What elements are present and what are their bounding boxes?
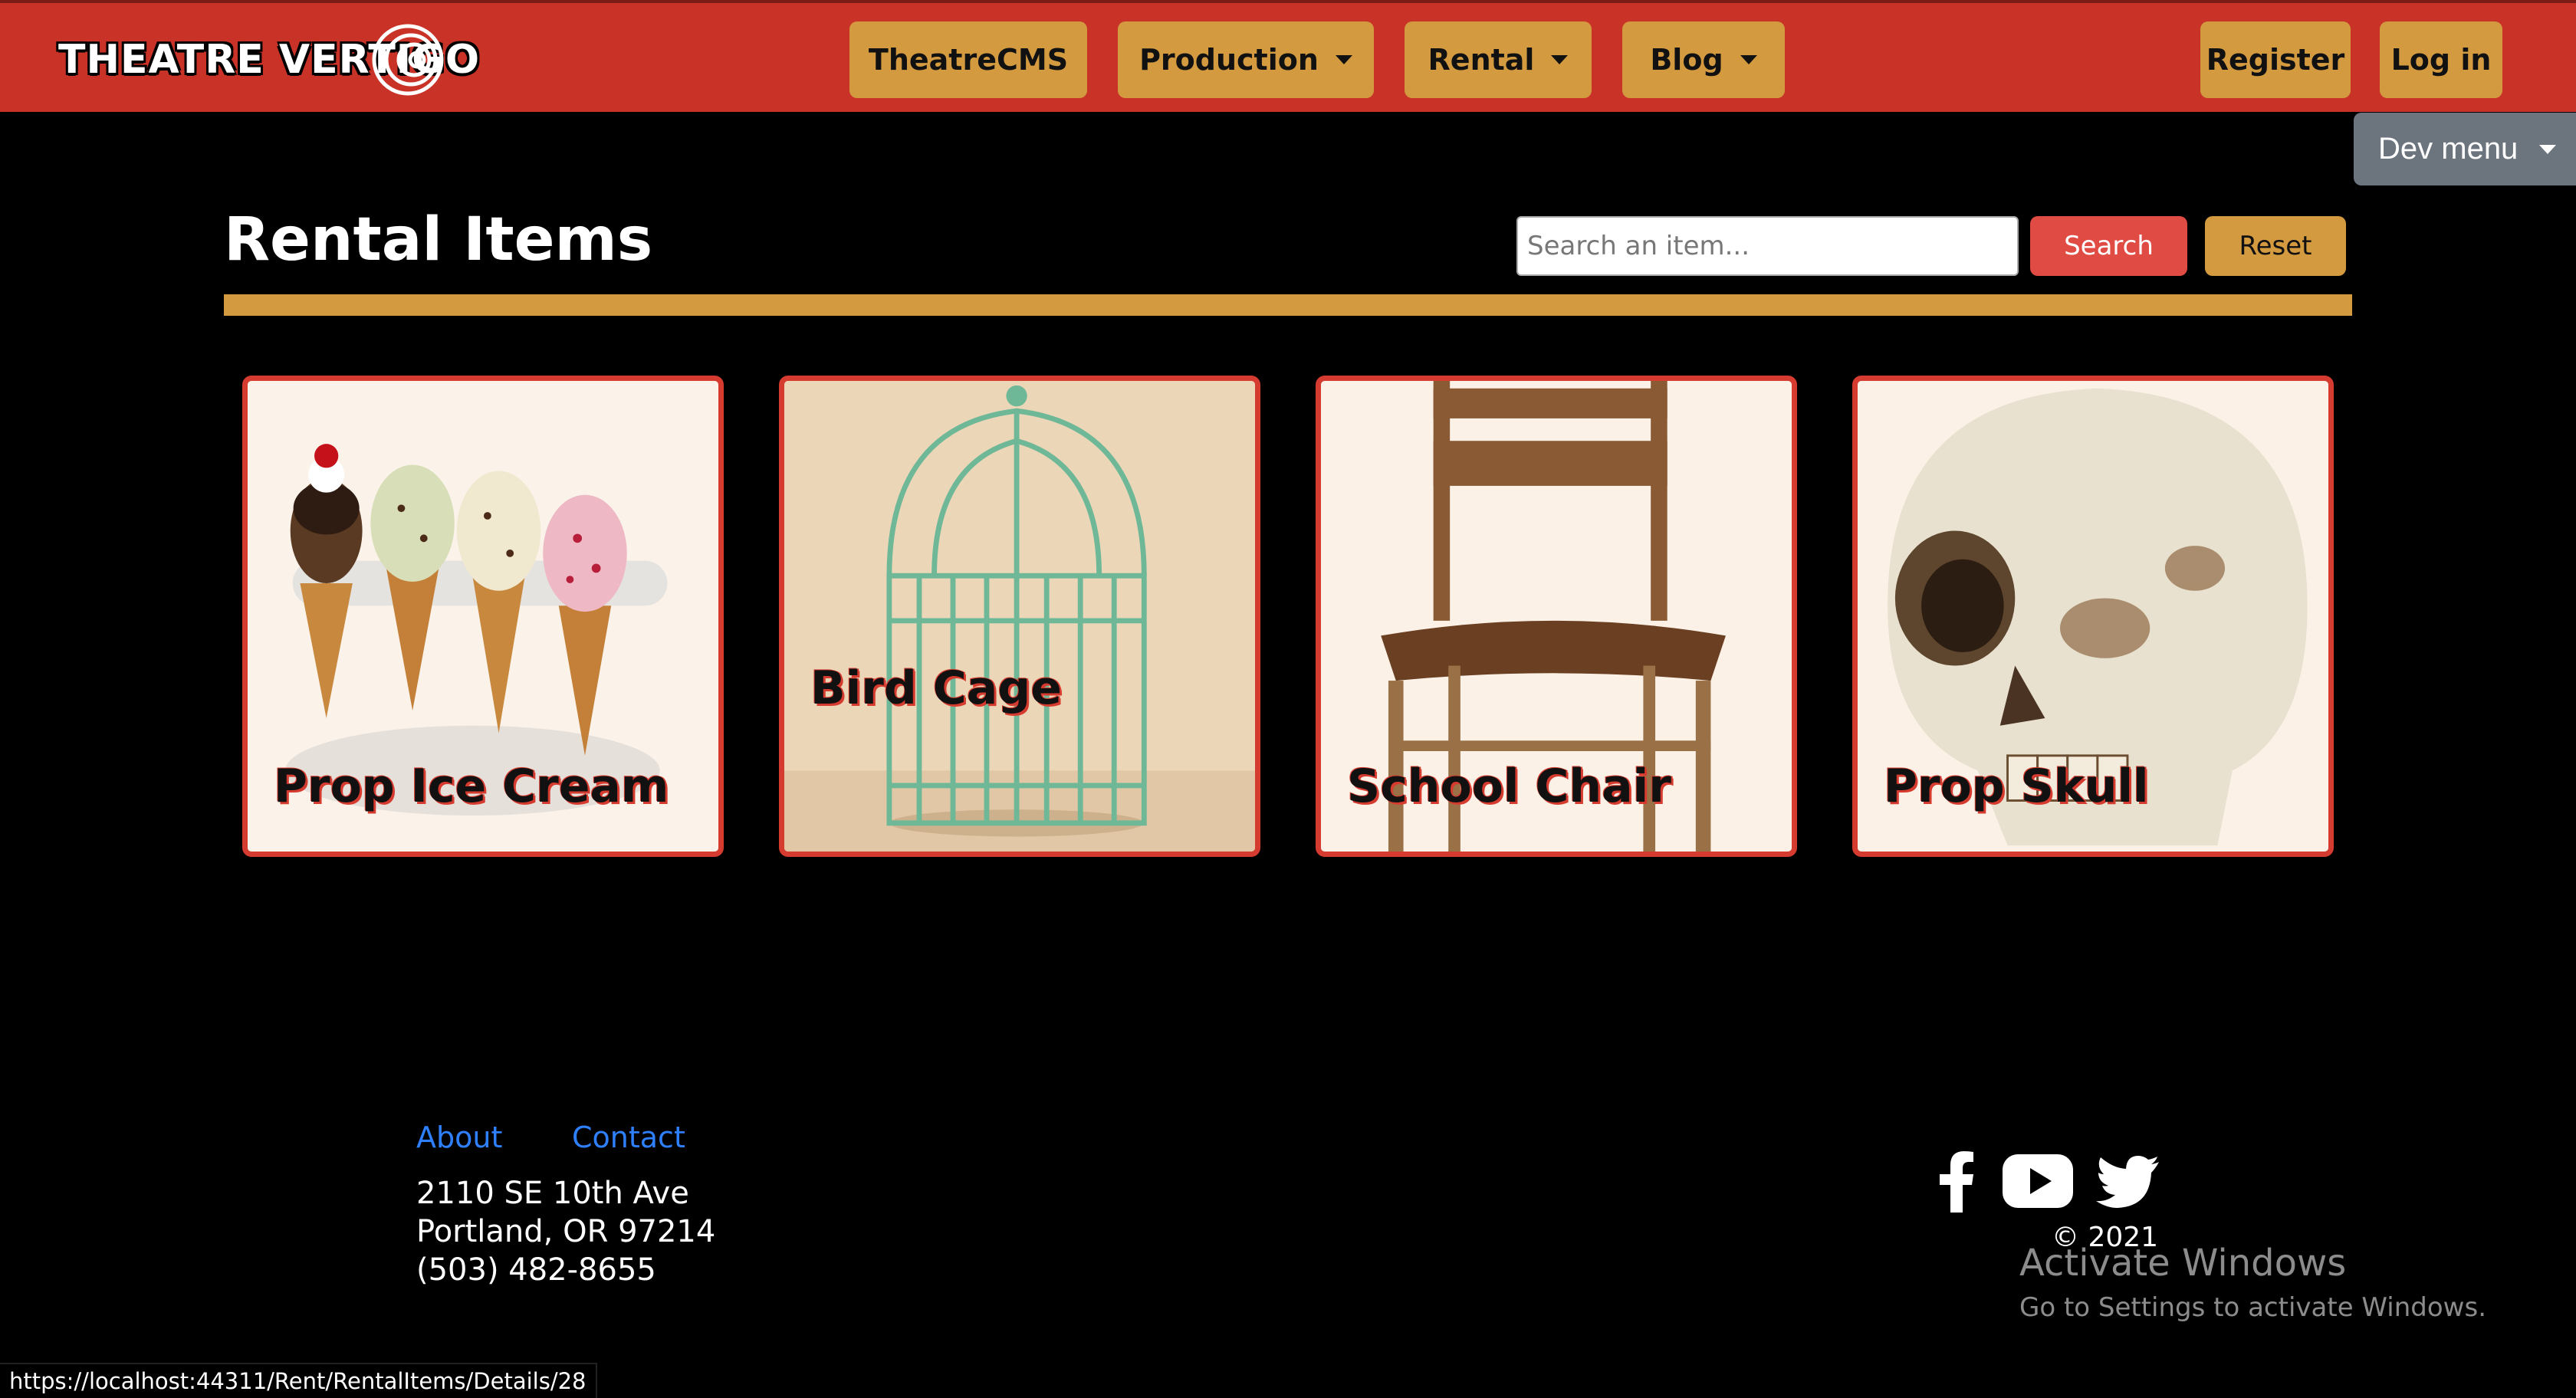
brand-logo[interactable]: THEATRE VERTIGO [58,21,480,98]
rental-item-card[interactable]: School Chair [1316,376,1797,857]
register-label: Register [2206,43,2345,77]
footer-contact-link[interactable]: Contact [572,1121,685,1154]
status-bar-url: https://localhost:44311/Rent/RentalItems… [0,1363,597,1398]
footer-about-link[interactable]: About [416,1121,502,1154]
activate-windows-subtitle: Go to Settings to activate Windows. [2019,1292,2486,1323]
rental-item-name: Prop Ice Cream [274,760,669,813]
dev-menu-dropdown[interactable]: Dev menu [2354,113,2576,185]
nav-rental-dropdown[interactable]: Rental [1405,21,1592,98]
footer-address-street: 2110 SE 10th Ave [416,1176,689,1211]
caret-down-icon [2539,144,2557,154]
nav-theatrecms[interactable]: TheatreCMS [849,21,1087,98]
nav-blog-dropdown[interactable]: Blog [1622,21,1785,98]
nav-blog-label: Blog [1650,43,1723,77]
footer-address-city: Portland, OR 97214 [416,1214,716,1249]
login-button[interactable]: Log in [2380,21,2502,98]
search-input[interactable] [1516,216,2019,276]
footer-phone: (503) 482-8655 [416,1252,656,1288]
twitter-icon[interactable] [2096,1156,2159,1208]
youtube-icon[interactable] [2003,1154,2073,1208]
rental-item-name: Bird Cage [810,661,1062,715]
facebook-icon[interactable] [1938,1150,1975,1213]
page-title: Rental Items [224,205,653,274]
nav-rental-label: Rental [1428,43,1535,77]
rental-item-card[interactable]: Bird Cage [779,376,1260,857]
nav-theatrecms-label: TheatreCMS [868,43,1069,77]
rental-item-name: School Chair [1347,760,1671,813]
register-button[interactable]: Register [2200,21,2351,98]
login-label: Log in [2390,43,2492,77]
search-button[interactable]: Search [2030,216,2187,276]
activate-windows-title: Activate Windows [2019,1242,2347,1285]
nav-production-label: Production [1139,43,1319,77]
reset-button[interactable]: Reset [2205,216,2346,276]
bird-cage-image [784,381,1255,852]
caret-down-icon [1740,55,1757,64]
caret-down-icon [1551,55,1569,64]
vertigo-swirl-icon [372,24,444,96]
caret-down-icon [1335,55,1352,64]
dev-menu-label: Dev menu [2378,132,2518,166]
top-navbar: THEATRE VERTIGO TheatreCMS Production Re… [0,0,2576,112]
nav-production-dropdown[interactable]: Production [1118,21,1374,98]
rental-item-name: Prop Skull [1884,760,2149,813]
title-divider [224,294,2352,316]
rental-item-card[interactable]: Prop Ice Cream [242,376,724,857]
rental-item-card[interactable]: Prop Skull [1852,376,2334,857]
